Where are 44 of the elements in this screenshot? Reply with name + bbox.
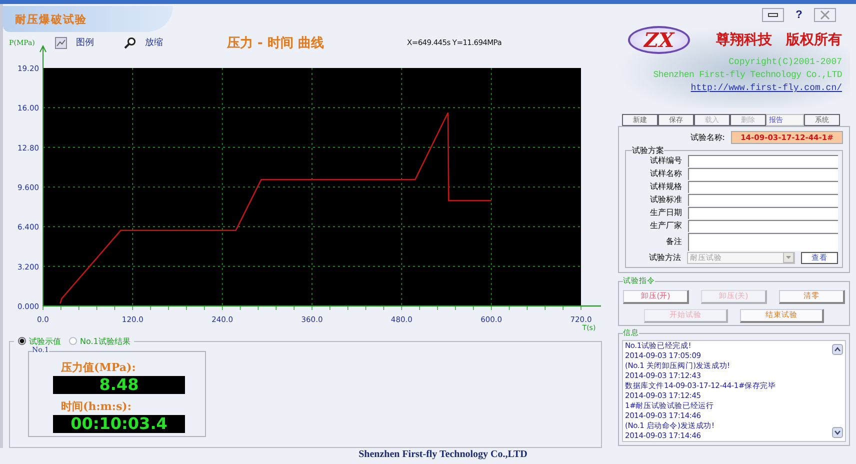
window-title: 耐压爆破试验 <box>15 12 87 26</box>
radio-tab[interactable]: 试验示值 <box>18 336 61 347</box>
test-name-label: 试验名称: <box>690 132 725 143</box>
field-label: 试验方法 <box>648 252 681 264</box>
reading-label: 压力值(MPa): <box>61 360 136 375</box>
input-field[interactable] <box>688 220 838 232</box>
input-field[interactable] <box>688 194 838 206</box>
chart-title: 压力 - 时间 曲线 <box>227 34 325 52</box>
field-label: 生产日期 <box>649 207 682 218</box>
field-label: 试样规格 <box>649 181 682 192</box>
reading-label: 时间(h:m:s): <box>61 398 132 414</box>
radio-button[interactable] <box>18 337 26 346</box>
reading-display: 8.48 <box>53 376 185 394</box>
chart-icon <box>55 36 67 49</box>
minimize-icon <box>768 13 778 17</box>
minimize-button[interactable] <box>762 8 784 22</box>
scroll-up-icon <box>832 344 843 355</box>
company-logo: ZX <box>628 26 690 54</box>
company-english-name: Shenzhen First-fly Technology Co.,LTD <box>653 70 842 80</box>
website-link[interactable]: http://www.first-fly.com.cn/ <box>690 83 842 93</box>
scrollbar[interactable] <box>831 341 845 441</box>
field-label: 试样名称 <box>649 168 682 180</box>
zoom-button[interactable]: 放缩 <box>124 36 163 50</box>
scroll-down-icon <box>832 427 843 438</box>
input-field[interactable] <box>688 232 838 251</box>
input-field[interactable] <box>688 168 838 180</box>
copyright-text: Copyright(C)2001-2007 <box>728 57 842 67</box>
input-field[interactable] <box>688 180 838 193</box>
group-title: 试验方案 <box>632 144 664 156</box>
field-label: 试样编号 <box>649 155 682 166</box>
field-label: 试验标准 <box>649 194 682 206</box>
field-label: 备注 <box>665 236 682 248</box>
radio-tab[interactable]: No.1试验结果 <box>69 336 130 347</box>
input-field[interactable] <box>688 154 838 167</box>
legend-button[interactable]: 图例 <box>55 36 94 50</box>
radio-button[interactable] <box>69 337 77 346</box>
company-name: 尊翔科技 版权所有 <box>716 31 842 49</box>
close-icon <box>820 10 830 20</box>
footer-text: Shenzhen First-fly Technology Co.,LTD <box>358 448 528 462</box>
magnifier-icon <box>124 36 136 49</box>
reading-display: 00:10:03.4 <box>53 414 185 433</box>
field-label: 生产厂家 <box>649 220 682 232</box>
input-field[interactable] <box>688 206 838 219</box>
close-button[interactable] <box>814 8 836 22</box>
